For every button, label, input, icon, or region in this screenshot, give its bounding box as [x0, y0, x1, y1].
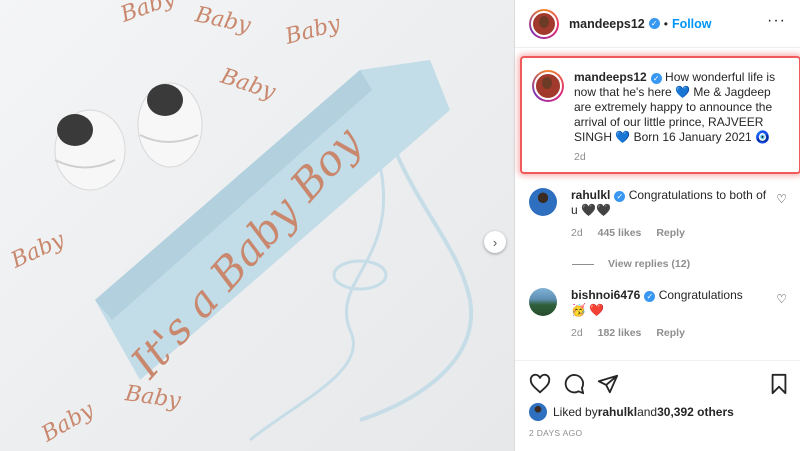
comment-text: rahulkl ✓ Congratulations to both of u 🖤🖤	[571, 188, 771, 218]
caption-username[interactable]: mandeeps12	[574, 70, 647, 84]
caption-text: mandeeps12 ✓ How wonderful life is now th…	[574, 70, 791, 145]
next-photo-button[interactable]: ›	[484, 231, 506, 253]
blue-heart-icon: 💙	[675, 85, 690, 99]
liked-by-label: Liked by	[553, 405, 598, 419]
liked-by-username[interactable]: rahulkl	[598, 405, 637, 419]
verified-badge-icon: ✓	[614, 191, 626, 202]
baby-shoe-right	[137, 82, 203, 168]
blue-heart-icon: 💙	[615, 130, 631, 144]
comment-text: bishnoi6476 ✓ Congratulations	[571, 288, 771, 303]
comment-likes[interactable]: 182 likes	[598, 327, 642, 339]
separator-dot: •	[663, 16, 668, 31]
post-photo[interactable]: It's a Baby Boy Baby Baby Baby Baby Baby…	[0, 0, 514, 451]
post-action-bar: Liked by rahulkl and 30,392 others 2 DAY…	[515, 360, 800, 451]
like-comment-heart-icon[interactable]: ♡	[776, 192, 787, 206]
comment-username[interactable]: rahulkl	[571, 188, 610, 202]
comment-time[interactable]: 2d	[571, 227, 583, 239]
follow-button[interactable]: Follow	[672, 17, 712, 31]
comment-bubble-icon[interactable]	[563, 373, 585, 395]
comment-body: Congratulations	[655, 288, 743, 302]
likes-summary: Liked by rahulkl and 30,392 others	[529, 403, 734, 421]
chevron-right-icon: ›	[492, 234, 498, 250]
caption-highlight: mandeeps12 ✓ How wonderful life is now th…	[520, 56, 800, 174]
share-paper-plane-icon[interactable]	[597, 373, 619, 395]
like-comment-heart-icon[interactable]: ♡	[776, 292, 787, 306]
verified-badge-icon: ✓	[650, 73, 662, 84]
action-icons	[529, 373, 619, 395]
liker-avatar[interactable]	[529, 403, 547, 421]
bookmark-icon[interactable]	[769, 373, 789, 395]
liked-by-and: and	[637, 405, 658, 419]
comment-username[interactable]: bishnoi6476	[571, 288, 640, 302]
divider-line	[572, 263, 594, 265]
reply-button[interactable]: Reply	[656, 327, 685, 339]
post-side-panel: mandeeps12 ✓ • Follow ··· mandeeps12 ✓ Ho…	[514, 0, 800, 451]
nazar-amulet-icon: 🧿	[755, 130, 771, 144]
caption-part: Born 16 January 2021	[630, 130, 756, 144]
post-header: mandeeps12 ✓ • Follow ···	[515, 0, 800, 48]
comment-likes[interactable]: 445 likes	[598, 227, 642, 239]
caption-meta: 2d	[574, 151, 791, 163]
post-timestamp[interactable]: 2 DAYS AGO	[529, 428, 582, 438]
likes-count[interactable]: 30,392 others	[657, 405, 734, 419]
baby-shoe-left	[54, 109, 126, 191]
ellipsis-icon[interactable]: ···	[767, 13, 786, 29]
commenter-avatar[interactable]	[529, 188, 557, 216]
comment-meta: 2d 445 likes Reply	[571, 227, 771, 239]
header-username[interactable]: mandeeps12	[569, 17, 645, 31]
comment-item: bishnoi6476 ✓ Congratulations 🥳 ❤️ 2d 182…	[529, 288, 791, 339]
comment-item: rahulkl ✓ Congratulations to both of u 🖤🖤…	[529, 188, 791, 239]
reply-button[interactable]: Reply	[656, 227, 685, 239]
black-heart-icon: 🖤🖤	[581, 203, 611, 217]
comment-time[interactable]: 2d	[571, 327, 583, 339]
verified-badge-icon: ✓	[644, 291, 656, 302]
verified-badge-icon: ✓	[648, 18, 660, 29]
like-heart-icon[interactable]	[529, 373, 551, 395]
view-replies-button[interactable]: View replies (12)	[572, 258, 690, 270]
caption-avatar[interactable]	[532, 70, 564, 102]
avatar[interactable]	[529, 8, 559, 39]
comment-meta: 2d 182 likes Reply	[571, 327, 771, 339]
party-heart-emoji-icon: 🥳 ❤️	[571, 303, 605, 317]
commenter-avatar[interactable]	[529, 288, 557, 316]
view-replies-label: View replies (12)	[608, 258, 691, 270]
caption-time[interactable]: 2d	[574, 151, 586, 163]
save-button[interactable]	[769, 373, 789, 395]
